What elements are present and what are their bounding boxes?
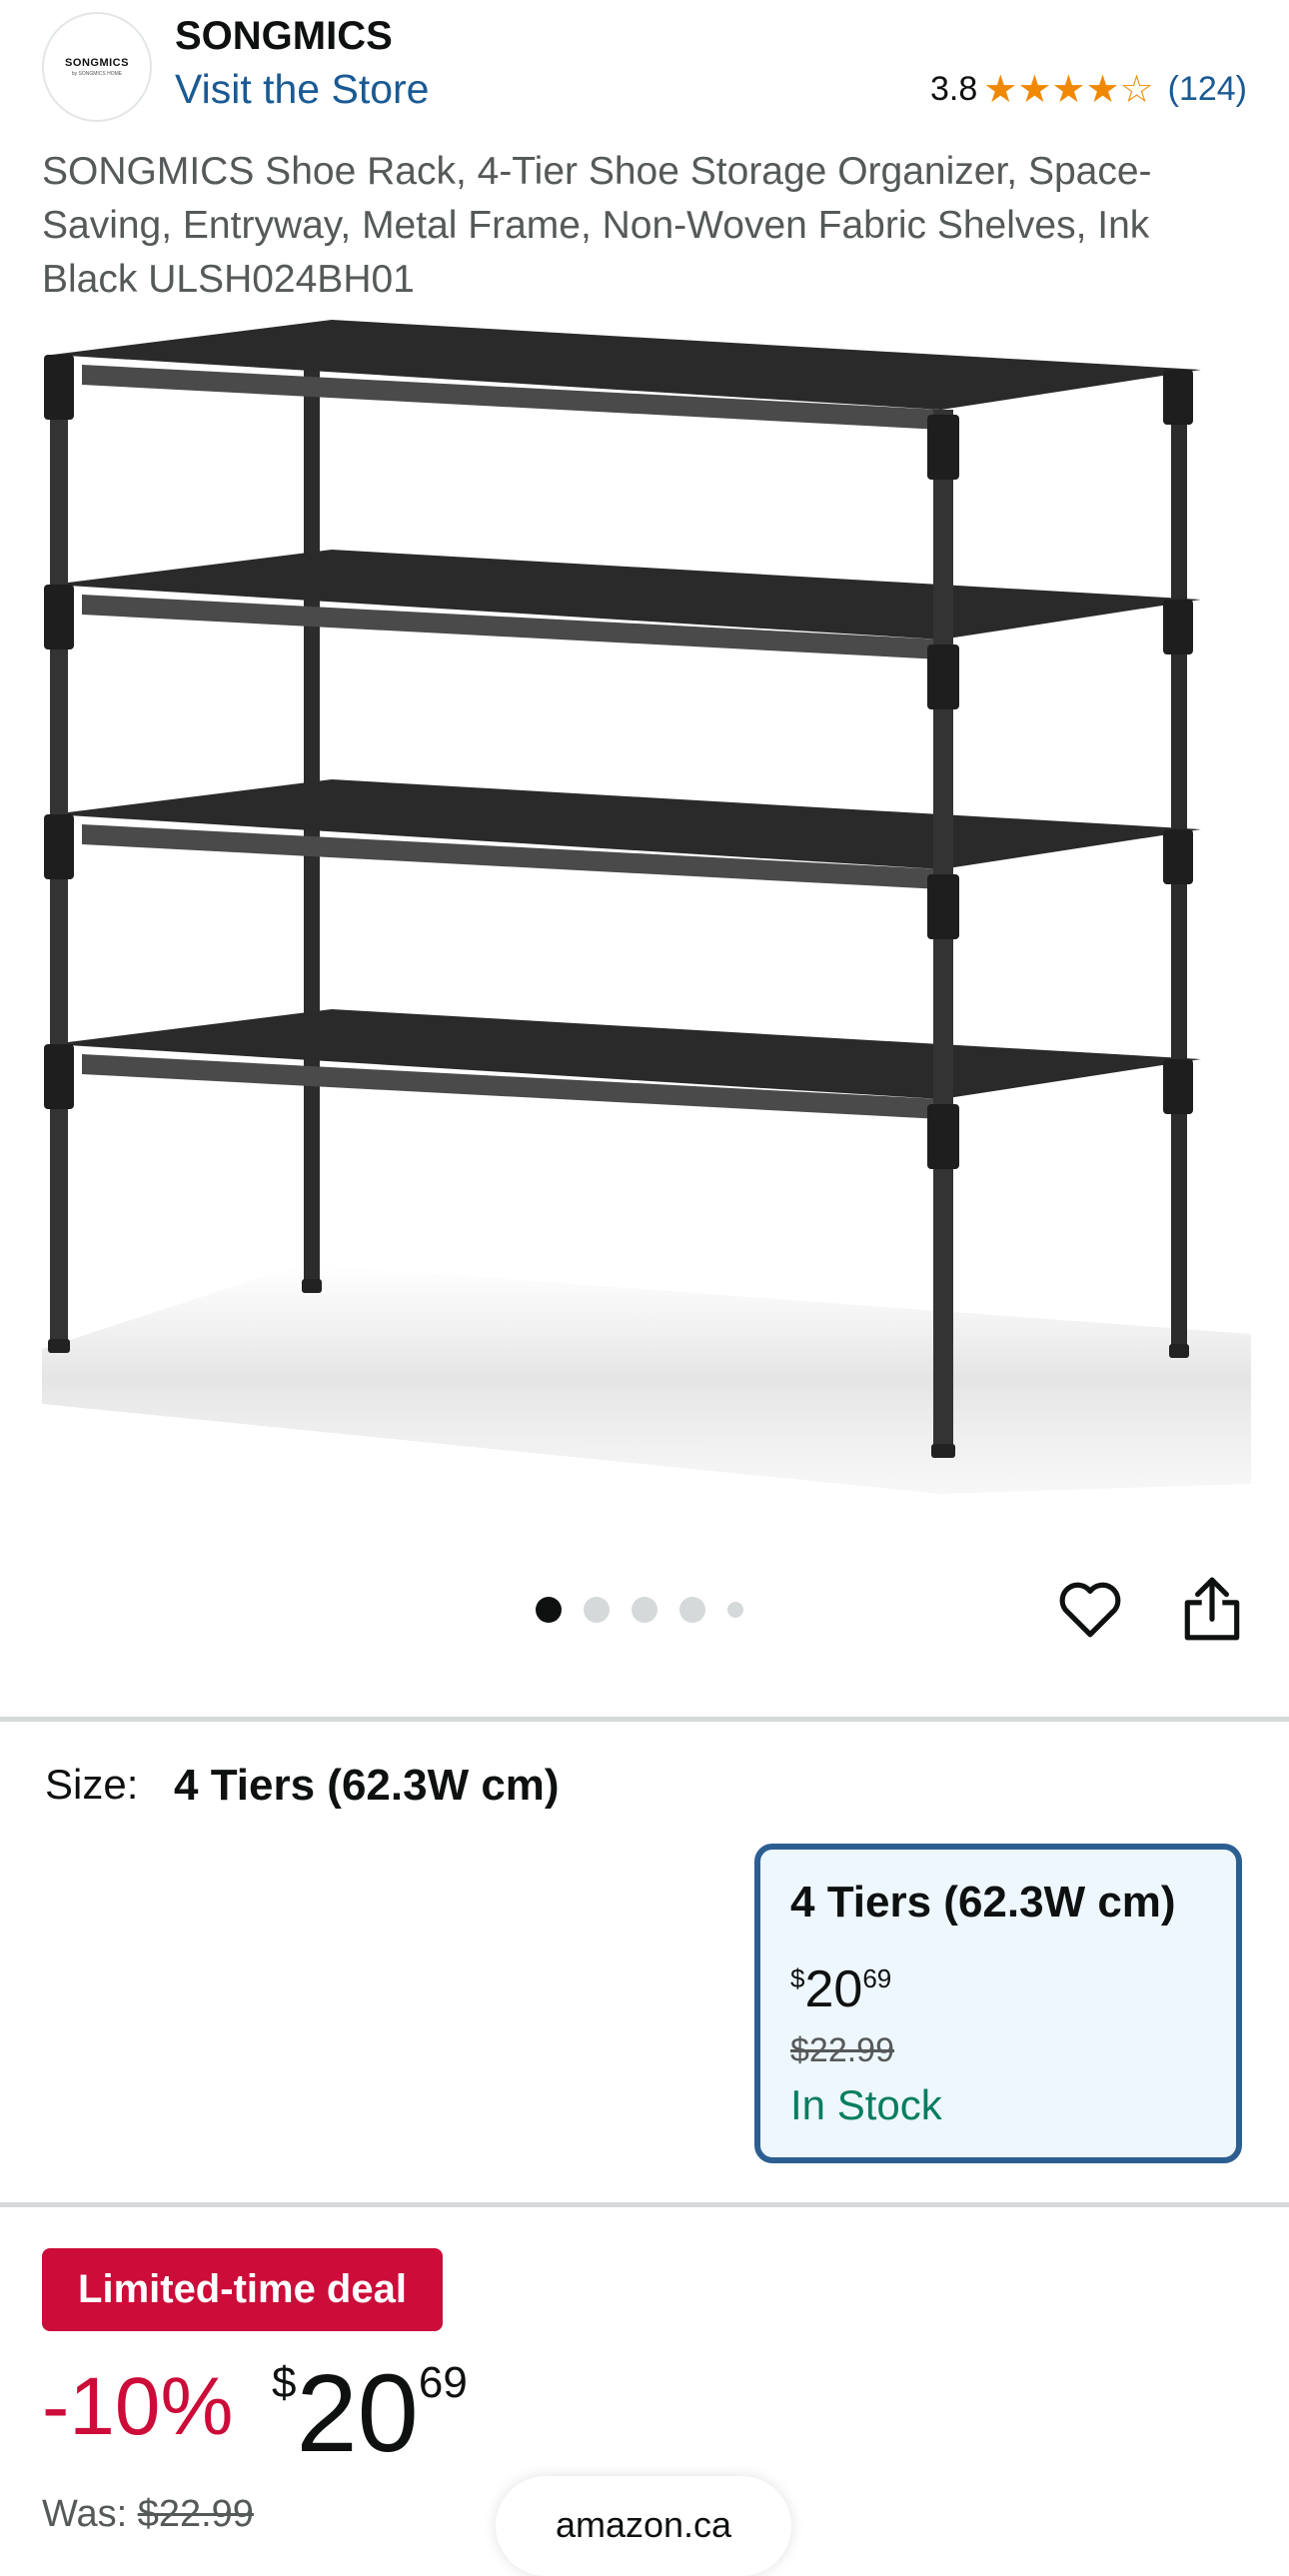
visit-store-link[interactable]: Visit the Store [175,66,430,113]
product-image[interactable] [42,315,1251,1494]
carousel-dot[interactable] [727,1602,743,1618]
rating-value: 3.8 [929,70,978,108]
carousel-dot[interactable] [536,1597,562,1623]
logo-text: SONGMICS [65,57,129,69]
star-half-icon: ★ [1085,68,1120,111]
rating-count[interactable]: (124) [1168,70,1247,109]
section-divider [0,1717,1289,1722]
section-divider [0,2202,1289,2207]
deal-price: $2069 [272,2350,468,2477]
carousel-dot[interactable] [584,1597,610,1623]
price-fraction: 69 [418,2358,468,2407]
image-carousel-dots[interactable] [536,1597,743,1623]
size-selected-value: 4 Tiers (62.3W cm) [174,1761,560,1810]
price-whole: 20 [296,2352,419,2475]
heart-icon[interactable] [1057,1577,1123,1643]
size-option-price: $2069 [790,1959,891,2019]
deal-badge: Limited-time deal [42,2248,443,2331]
price-whole: 20 [804,1960,863,2018]
price-currency: $ [272,2358,297,2407]
discount-percent: -10% [42,2361,234,2452]
product-title: SONGMICS Shoe Rack, 4-Tier Shoe Storage … [42,150,1152,301]
domain-text: amazon.ca [555,2504,732,2545]
size-option-was-price: $22.99 [790,2031,894,2069]
was-label: Was: [42,2493,128,2535]
carousel-dot[interactable] [632,1597,657,1623]
price-fraction: 69 [862,1963,892,1993]
star-full-icon: ★ [1051,68,1086,111]
star-full-icon: ★ [983,68,1018,111]
size-option-name: 4 Tiers (62.3W cm) [790,1878,1176,1927]
brand-logo[interactable]: SONGMICS by SONGMICS HOME [42,12,152,122]
size-label: Size: [45,1761,139,1808]
star-rating: ★ ★ ★ ★ ☆ [983,71,1153,109]
was-price: $22.99 [137,2493,254,2535]
logo-subtext: by SONGMICS HOME [71,71,123,77]
carousel-dot[interactable] [679,1597,705,1623]
stock-status: In Stock [790,2081,942,2128]
was-price-row: Was: $22.99 [42,2493,254,2536]
price-currency: $ [790,1963,805,1993]
size-option-card[interactable]: 4 Tiers (62.3W cm) $2069 $22.99 In Stock [754,1844,1242,2163]
rating-summary[interactable]: 3.8 ★ ★ ★ ★ ☆ (124) [930,70,1247,109]
star-empty-icon: ☆ [1119,68,1154,111]
star-full-icon: ★ [1017,68,1052,111]
share-icon[interactable] [1179,1574,1245,1644]
brand-name: SONGMICS [175,14,393,58]
